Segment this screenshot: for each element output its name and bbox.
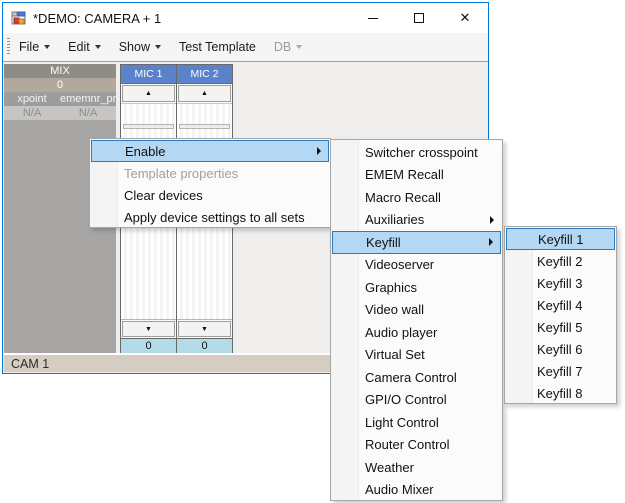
menu-item-camera-control[interactable]: Camera Control [332, 366, 501, 389]
menu-item-enable[interactable]: Enable [91, 140, 329, 162]
ememnr-value: N/A [60, 106, 116, 120]
menu-item-keyfill-3[interactable]: Keyfill 3 [506, 272, 615, 294]
channel-value: 0 [121, 338, 176, 353]
menu-item-apply-device-settings[interactable]: Apply device settings to all sets [91, 206, 329, 228]
menu-item-macro-recall[interactable]: Macro Recall [332, 186, 501, 209]
menu-item-gpio-control[interactable]: GPI/O Control [332, 389, 501, 412]
fader-up-button[interactable]: ▲ [122, 85, 175, 102]
menu-item-light-control[interactable]: Light Control [332, 411, 501, 434]
fader-handle[interactable] [123, 124, 174, 129]
menu-item-keyfill-8[interactable]: Keyfill 8 [506, 382, 615, 404]
xpoint-label: xpoint [4, 92, 60, 106]
menu-item-audio-mixer[interactable]: Audio Mixer [332, 479, 501, 502]
device-panel-mix-value: 0 [4, 78, 116, 92]
menu-item-keyfill-4[interactable]: Keyfill 4 [506, 294, 615, 316]
device-panel-values: N/A N/A [4, 106, 116, 120]
submenu-arrow-icon [490, 216, 494, 224]
menu-item-keyfill-7[interactable]: Keyfill 7 [506, 360, 615, 382]
device-panel-mix-header: MIX [4, 64, 116, 78]
menu-item-auxiliaries[interactable]: Auxiliaries [332, 209, 501, 232]
screenshot-stage: *DEMO: CAMERA + 1 ✕ File Edit [0, 0, 625, 503]
fader-handle[interactable] [179, 124, 230, 129]
menu-item-virtual-set[interactable]: Virtual Set [332, 344, 501, 367]
menu-item-keyfill-2[interactable]: Keyfill 2 [506, 250, 615, 272]
menu-item-audio-player[interactable]: Audio player [332, 321, 501, 344]
submenu-arrow-icon [489, 238, 493, 246]
menubar-file[interactable]: File [10, 36, 59, 58]
menu-item-video-wall[interactable]: Video wall [332, 299, 501, 322]
dropdown-arrow-icon [95, 45, 101, 49]
down-arrow-icon: ▼ [201, 326, 208, 333]
menu-item-emem-recall[interactable]: EMEM Recall [332, 164, 501, 187]
close-icon: ✕ [460, 10, 471, 26]
minimize-button[interactable] [350, 3, 396, 33]
submenu-arrow-icon [317, 147, 321, 155]
menu-item-switcher-crosspoint[interactable]: Switcher crosspoint [332, 141, 501, 164]
dropdown-arrow-icon [155, 45, 161, 49]
channel-header: MIC 1 [121, 65, 176, 84]
dropdown-arrow-icon [296, 45, 302, 49]
menu-bar: File Edit Show Test Template DB [3, 33, 488, 62]
menu-item-keyfill-5[interactable]: Keyfill 5 [506, 316, 615, 338]
menu-item-keyfill[interactable]: Keyfill [332, 231, 501, 254]
status-text: CAM 1 [4, 357, 49, 371]
menubar-test-template[interactable]: Test Template [170, 36, 265, 58]
down-arrow-icon: ▼ [145, 326, 152, 333]
xpoint-value: N/A [4, 106, 60, 120]
keyfill-submenu: Keyfill 1 Keyfill 2 Keyfill 3 Keyfill 4 … [504, 226, 617, 404]
menubar-show[interactable]: Show [110, 36, 170, 58]
fader-down-button[interactable]: ▼ [122, 321, 175, 337]
maximize-button[interactable] [396, 3, 442, 33]
channel-header: MIC 2 [177, 65, 232, 84]
enable-submenu: Switcher crosspoint EMEM Recall Macro Re… [330, 139, 503, 501]
channel-value: 0 [177, 338, 232, 353]
maximize-icon [414, 13, 424, 23]
menubar-db: DB [265, 36, 311, 58]
menu-item-graphics[interactable]: Graphics [332, 276, 501, 299]
up-arrow-icon: ▲ [201, 90, 208, 97]
fader-down-button[interactable]: ▼ [178, 321, 231, 337]
close-button[interactable]: ✕ [442, 3, 488, 33]
app-icon [11, 10, 27, 26]
ememnr-label: ememnr_pr [60, 92, 116, 106]
dropdown-arrow-icon [44, 45, 50, 49]
window-title: *DEMO: CAMERA + 1 [33, 11, 161, 26]
menu-item-clear-devices[interactable]: Clear devices [91, 184, 329, 206]
up-arrow-icon: ▲ [145, 90, 152, 97]
menu-item-template-properties: Template properties [91, 162, 329, 184]
menu-item-videoserver[interactable]: Videoserver [332, 254, 501, 277]
menu-item-keyfill-6[interactable]: Keyfill 6 [506, 338, 615, 360]
minimize-icon [368, 18, 378, 19]
menu-item-keyfill-1[interactable]: Keyfill 1 [506, 228, 615, 250]
menu-item-weather[interactable]: Weather [332, 456, 501, 479]
title-bar[interactable]: *DEMO: CAMERA + 1 ✕ [3, 3, 488, 33]
window-controls: ✕ [350, 3, 488, 33]
menu-item-router-control[interactable]: Router Control [332, 434, 501, 457]
fader-up-button[interactable]: ▲ [178, 85, 231, 102]
device-panel-column-headers: xpoint ememnr_pr [4, 92, 116, 106]
context-menu: Enable Template properties Clear devices… [89, 138, 331, 228]
menubar-edit[interactable]: Edit [59, 36, 110, 58]
